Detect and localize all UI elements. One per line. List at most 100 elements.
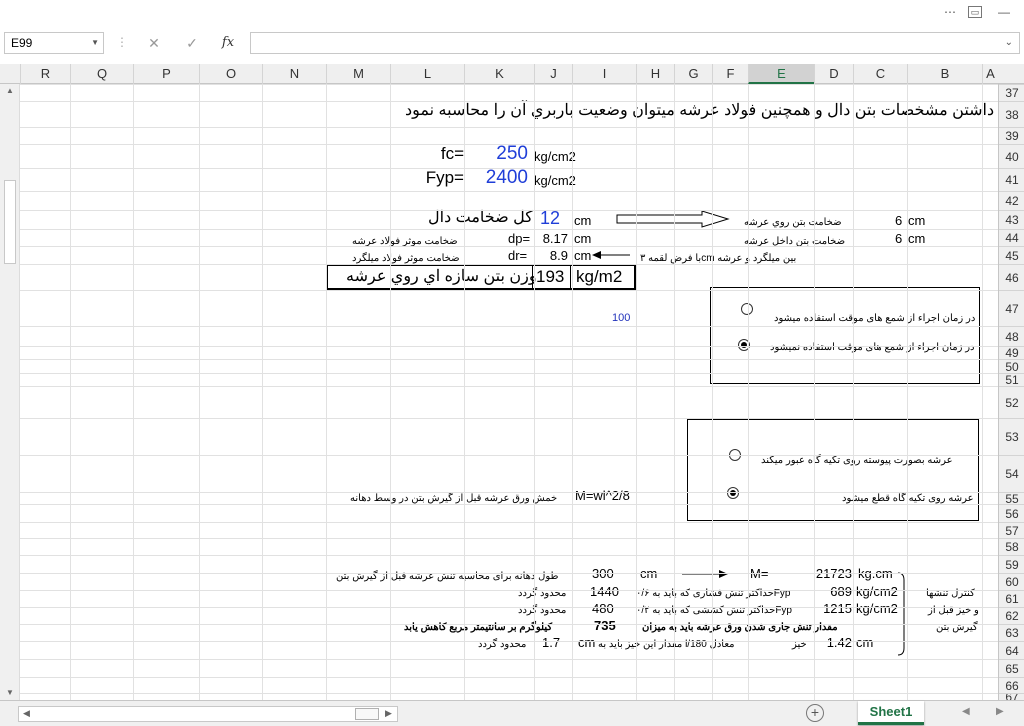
grid-row-line [20,607,998,608]
minimize-button[interactable]: — [994,2,1014,22]
horizontal-scrollbar[interactable]: ◀ ▶ [18,706,398,722]
row-header[interactable]: 48 [999,326,1024,346]
comp-stress-unit: kg/cm2 [856,584,898,599]
radio-shoring-used[interactable] [741,303,753,315]
grid-row-line [20,290,998,291]
row-header[interactable]: 67 [999,693,1024,700]
total-thickness-value: 12 [540,208,561,228]
row-header[interactable]: 62 [999,607,1024,624]
ribbon-display-icon[interactable]: ⋯ [940,2,960,22]
row-header[interactable]: 52 [999,386,1024,418]
column-header[interactable]: Q [70,64,133,84]
fc-value[interactable]: 250 [480,144,528,164]
row-header[interactable]: 47 [999,290,1024,326]
tens-stress-unit: kg/cm2 [856,601,898,616]
bracket-icon [897,572,905,656]
scroll-thumb[interactable] [4,180,16,264]
weight-divider-2 [532,266,533,290]
grid-row-line [20,659,998,660]
row-header[interactable]: 60 [999,573,1024,590]
reduce-value: 735 [594,618,616,633]
row-header[interactable]: 57 [999,522,1024,538]
over-deck-value: 6 [895,213,903,228]
column-header[interactable]: H [636,64,674,84]
row-header[interactable]: 38 [999,101,1024,127]
row-header[interactable]: 39 [999,127,1024,144]
reduce-desc: کیلوگرم بر سانتیمتر مربع کاهش یابد [404,622,553,633]
dp-label: dp= [508,231,531,246]
column-header[interactable]: A [982,64,998,84]
over-deck-unit: cm [908,213,926,228]
cell-area[interactable]: با داشتن مشخصات بتن دال و همچنين فولاد ع… [20,84,998,700]
fyp-value[interactable]: 2400 [480,168,528,188]
row-header[interactable]: 45 [999,246,1024,264]
column-header[interactable]: O [199,64,262,84]
row-header[interactable]: 58 [999,538,1024,555]
right-arrow-small-icon [682,570,728,578]
row-header[interactable]: 66 [999,677,1024,693]
row-header[interactable]: 61 [999,590,1024,607]
tens-limit-value: 480 [592,601,614,616]
total-thickness-unit: cm [574,213,592,228]
column-header[interactable]: E [748,64,814,84]
column-header[interactable]: M [326,64,390,84]
enter-icon[interactable]: ✓ [182,34,202,52]
name-box[interactable]: E99 ▼ [4,32,104,54]
scroll-right-icon[interactable]: ▶ [385,708,392,719]
vertical-scrollbar[interactable]: ▲ ▼ [0,84,20,700]
column-header[interactable]: R [20,64,70,84]
sheet-next-icon[interactable]: ▶ [996,706,1004,717]
cancel-icon[interactable]: ✕ [144,34,164,52]
row-header[interactable]: 42 [999,191,1024,210]
column-header[interactable]: P [133,64,199,84]
row-header[interactable]: 51 [999,373,1024,386]
in-deck-label: ضخامت بتن داخل عرشه [744,236,846,247]
sheet-tab-sheet1[interactable]: Sheet1 [858,701,924,725]
column-header[interactable]: C [853,64,907,84]
restore-icon[interactable]: ▭ [968,6,982,18]
row-header[interactable]: 40 [999,144,1024,168]
column-header[interactable]: B [907,64,982,84]
column-header[interactable]: I [572,64,636,84]
chevron-down-icon[interactable]: ▼ [91,33,99,53]
row-header[interactable]: 50 [999,359,1024,373]
row-header[interactable]: 44 [999,229,1024,246]
insert-function-icon[interactable]: fx [218,34,238,52]
horizontal-scroll-thumb[interactable] [355,708,379,720]
column-header[interactable]: D [814,64,853,84]
column-header[interactable]: J [534,64,572,84]
row-header[interactable]: 64 [999,641,1024,659]
expand-formula-icon[interactable]: ⌄ [1005,37,1013,48]
row-header[interactable]: 54 [999,455,1024,492]
scroll-down-icon[interactable]: ▼ [0,688,20,697]
sheet-prev-icon[interactable]: ◀ [962,706,970,717]
scroll-left-icon[interactable]: ◀ [23,708,30,719]
in-deck-value: 6 [895,231,903,246]
scroll-up-icon[interactable]: ▲ [0,86,20,95]
column-header[interactable]: L [390,64,464,84]
formula-input[interactable]: ⌄ [250,32,1020,54]
grid-row-line [20,127,998,128]
row-header[interactable]: 53 [999,418,1024,455]
row-header[interactable]: 55 [999,492,1024,504]
column-header[interactable]: G [674,64,712,84]
grid-row-line [20,522,998,523]
worksheet-grid[interactable]: RQPONMLKJIHGFEDCBA ▲ ▼ 37 38 39 40 41 42 43 44 4… [0,64,1024,700]
row-header[interactable]: 41 [999,168,1024,191]
add-sheet-button[interactable]: + [806,704,824,722]
row-header[interactable]: 63 [999,624,1024,641]
row-header[interactable]: 49 [999,346,1024,359]
radio-discontinuous[interactable] [727,487,739,499]
row-header[interactable]: 37 [999,84,1024,101]
comp-limit-value: 1440 [590,584,619,599]
row-header[interactable]: 59 [999,555,1024,573]
column-header[interactable]: F [712,64,748,84]
grid-row-line [20,264,998,265]
row-header[interactable]: 65 [999,659,1024,677]
row-header[interactable]: 43 [999,210,1024,229]
column-header[interactable]: K [464,64,534,84]
row-header[interactable]: 46 [999,264,1024,290]
column-header[interactable]: N [262,64,326,84]
row-header[interactable]: 56 [999,504,1024,522]
formula-bar: E99 ▼ ⋮ ✕ ✓ fx ⌄ [0,26,1024,60]
